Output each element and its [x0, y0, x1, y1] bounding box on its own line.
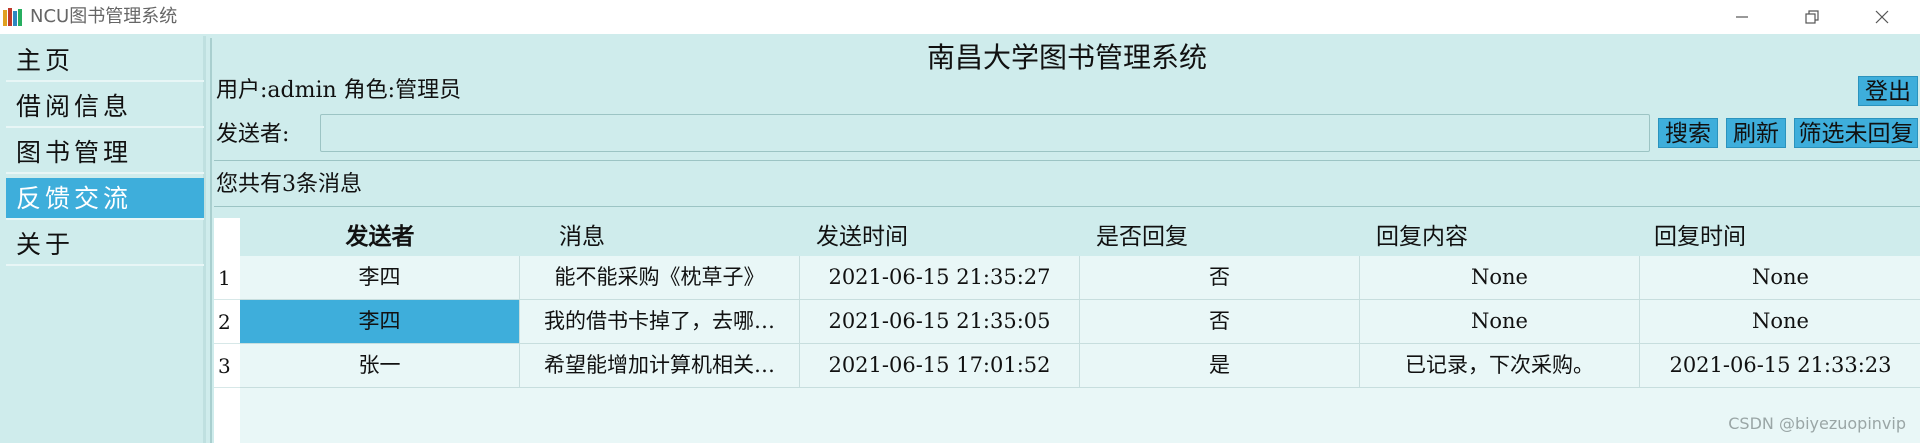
column-header-reply-content[interactable]: 回复内容 — [1282, 218, 1562, 256]
sidebar-item-about[interactable]: 关于 — [6, 224, 204, 266]
table-corner — [214, 218, 240, 256]
table-header: 发送者 消息 发送时间 是否回复 回复内容 回复时间 — [240, 218, 1920, 256]
cell-replied[interactable]: 否 — [1080, 300, 1360, 343]
sidebar-item-home[interactable]: 主页 — [6, 40, 204, 82]
cell-sender[interactable]: 李四 — [240, 256, 520, 299]
column-header-message[interactable]: 消息 — [442, 218, 722, 256]
table-row[interactable]: 张一 希望能增加计算机相关… 2021-06-15 17:01:52 是 已记录… — [240, 344, 1920, 388]
cell-reply-time[interactable]: None — [1640, 256, 1920, 299]
close-button[interactable] — [1852, 0, 1912, 34]
sidebar: 主页 借阅信息 图书管理 反馈交流 关于 — [0, 36, 206, 443]
row-number[interactable]: 2 — [214, 300, 240, 344]
cell-reply-content[interactable]: 已记录，下次采购。 — [1360, 344, 1640, 387]
minimize-icon — [1736, 16, 1748, 18]
cell-reply-time[interactable]: None — [1640, 300, 1920, 343]
sidebar-item-book-management[interactable]: 图书管理 — [6, 132, 204, 174]
sender-label: 发送者: — [216, 122, 290, 147]
cell-reply-time[interactable]: 2021-06-15 21:33:23 — [1640, 344, 1920, 387]
search-button[interactable]: 搜索 — [1658, 118, 1718, 148]
cell-reply-content[interactable]: None — [1360, 300, 1640, 343]
table-row[interactable]: 李四 我的借书卡掉了，去哪… 2021-06-15 21:35:05 否 Non… — [240, 300, 1920, 344]
cell-sender[interactable]: 张一 — [240, 344, 520, 387]
cell-sender[interactable]: 李四 — [240, 300, 520, 343]
divider — [214, 206, 1920, 207]
row-header-column: 1 2 3 — [214, 256, 240, 443]
message-count: 您共有3条消息 — [216, 172, 362, 197]
restore-icon — [1805, 10, 1819, 24]
cell-sent-time[interactable]: 2021-06-15 21:35:05 — [800, 300, 1080, 343]
cell-sent-time[interactable]: 2021-06-15 21:35:27 — [800, 256, 1080, 299]
close-icon — [1875, 10, 1889, 24]
column-header-reply-time[interactable]: 回复时间 — [1560, 218, 1840, 256]
logout-button[interactable]: 登出 — [1858, 76, 1918, 106]
cell-reply-content[interactable]: None — [1360, 256, 1640, 299]
title-bar: NCU图书管理系统 — [0, 0, 1920, 34]
cell-message[interactable]: 希望能增加计算机相关… — [520, 344, 800, 387]
restore-button[interactable] — [1782, 0, 1842, 34]
minimize-button[interactable] — [1712, 0, 1772, 34]
page-title: 南昌大学图书管理系统 — [926, 41, 1207, 74]
window-title: NCU图书管理系统 — [30, 6, 178, 27]
main-panel: 南昌大学图书管理系统 用户:admin 角色:管理员 登出 发送者: 搜索 刷新… — [210, 38, 1920, 443]
cell-replied[interactable]: 否 — [1080, 256, 1360, 299]
sender-input[interactable] — [320, 114, 1650, 152]
messages-table: 1 2 3 发送者 消息 发送时间 是否回复 回复内容 回复时间 李四 能不能采… — [214, 218, 1920, 443]
user-info: 用户:admin 角色:管理员 — [216, 78, 462, 103]
cell-message[interactable]: 我的借书卡掉了，去哪… — [520, 300, 800, 343]
row-number[interactable]: 3 — [214, 344, 240, 388]
watermark: CSDN @biyezuopinvip — [1728, 414, 1906, 433]
app-window: NCU图书管理系统 主页 借阅信息 图书管理 反馈交流 关于 南昌大学图书管理系… — [0, 0, 1920, 443]
filter-unreplied-button[interactable]: 筛选未回复 — [1794, 118, 1918, 148]
sidebar-item-borrow-info[interactable]: 借阅信息 — [6, 86, 204, 128]
cell-message[interactable]: 能不能采购《枕草子》 — [520, 256, 800, 299]
divider — [214, 160, 1920, 161]
refresh-button[interactable]: 刷新 — [1726, 118, 1786, 148]
row-number[interactable]: 1 — [214, 256, 240, 300]
cell-replied[interactable]: 是 — [1080, 344, 1360, 387]
table-row[interactable]: 李四 能不能采购《枕草子》 2021-06-15 21:35:27 否 None… — [240, 256, 1920, 300]
column-header-replied[interactable]: 是否回复 — [1002, 218, 1282, 256]
column-header-sent-time[interactable]: 发送时间 — [722, 218, 1002, 256]
books-icon — [3, 8, 22, 26]
cell-sent-time[interactable]: 2021-06-15 17:01:52 — [800, 344, 1080, 387]
sidebar-item-feedback[interactable]: 反馈交流 — [6, 178, 204, 220]
